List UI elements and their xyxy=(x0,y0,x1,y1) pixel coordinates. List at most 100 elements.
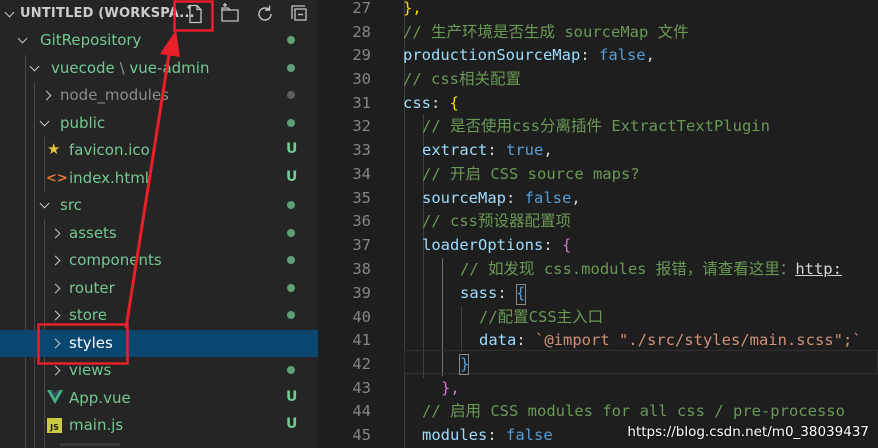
string-value: `@import "./src/styles/main.scss";` xyxy=(535,331,862,349)
tree-item-label: src xyxy=(60,196,82,214)
tree-item-label: views xyxy=(69,361,112,379)
comment: // 开启 CSS source maps? xyxy=(422,165,640,183)
untracked-badge: U xyxy=(286,389,298,405)
git-status-dot xyxy=(287,91,295,99)
tree-item-components[interactable]: components xyxy=(0,247,318,274)
line-number: 30 xyxy=(352,70,371,88)
tree-item-label: store xyxy=(69,306,107,324)
tree-item-main-js[interactable]: JS main.js U xyxy=(0,412,318,439)
property-key: sass xyxy=(460,284,498,302)
chevron-down-icon xyxy=(16,33,30,47)
line-number: 45 xyxy=(352,426,371,444)
tree-item-vue-admin[interactable]: vuecode \ vue-admin xyxy=(0,55,318,82)
tree-item-index-html[interactable]: <> index.html U xyxy=(0,165,318,192)
property-key: extract xyxy=(422,141,488,159)
code-line-28: // 生产环境是否生成 sourceMap 文件 xyxy=(403,20,689,44)
tree-item-label: index.html xyxy=(69,169,149,187)
chevron-down-icon xyxy=(28,61,42,75)
line-number: 28 xyxy=(352,23,371,41)
tree-item-views[interactable]: views xyxy=(0,357,318,384)
untracked-badge: U xyxy=(286,141,298,157)
chevron-down-icon xyxy=(38,198,52,212)
tree-item-assets[interactable]: assets xyxy=(0,220,318,247)
code-line-36: // css预设器配置项 xyxy=(422,209,571,233)
comment: // 生产环境是否生成 sourceMap 文件 xyxy=(403,23,689,41)
chevron-right-icon xyxy=(41,88,55,102)
tree-item-label: router xyxy=(69,279,115,297)
new-folder-icon[interactable] xyxy=(218,2,242,26)
tree-item-favicon[interactable]: ★ favicon.ico U xyxy=(0,137,318,164)
code-line-43: }, xyxy=(441,376,460,400)
code-line-40: //配置CSS主入口 xyxy=(479,305,603,329)
literal-value: false xyxy=(598,46,646,64)
code-line-31: css: { xyxy=(403,94,460,112)
folder-segment: vuecode xyxy=(51,59,115,77)
code-line-27: }, xyxy=(403,0,422,20)
literal-value: false xyxy=(506,426,553,444)
line-number: 27 xyxy=(352,0,371,17)
current-line-highlight xyxy=(404,350,878,374)
line-number: 38 xyxy=(352,260,371,278)
tree-item-label: vuecode \ vue-admin xyxy=(51,59,209,77)
tree-item-partial xyxy=(0,440,318,448)
chevron-down-icon[interactable] xyxy=(3,7,17,21)
javascript-icon: JS xyxy=(47,418,62,436)
tree-item-label: node_modules xyxy=(60,86,169,104)
chevron-right-icon xyxy=(50,363,64,377)
line-number: 39 xyxy=(352,284,371,302)
tree-item-gitrepository[interactable]: GitRepository xyxy=(0,27,318,54)
code-line-42: } xyxy=(460,352,469,376)
tree-item-styles[interactable]: styles xyxy=(0,330,318,357)
literal-value: false xyxy=(524,189,572,207)
tree-item-router[interactable]: router xyxy=(0,275,318,302)
git-status-dot xyxy=(287,201,295,209)
code-line-44: // 启用 CSS modules for all css / pre-proc… xyxy=(422,399,845,423)
tree-item-src[interactable]: src xyxy=(0,192,318,219)
html-icon: <> xyxy=(46,171,68,186)
tree-item-label: public xyxy=(60,114,106,132)
tree-item-label: GitRepository xyxy=(40,31,142,49)
property-key: loaderOptions xyxy=(422,236,544,254)
property-key: sourceMap xyxy=(422,189,506,207)
explorer-sidebar: UNTITLED (WORKSPA... GitRepository vueco… xyxy=(0,0,318,448)
code-line-45: modules: false xyxy=(422,426,553,444)
line-number: 40 xyxy=(352,308,371,326)
watermark: https://blog.csdn.net/m0_38039437 xyxy=(627,424,869,440)
code-line-34: // 开启 CSS source maps? xyxy=(422,162,640,186)
line-number: 43 xyxy=(352,379,371,397)
code-line-37: loaderOptions: { xyxy=(422,236,572,254)
comment-link[interactable]: http: xyxy=(795,260,842,278)
property-key: productionSourceMap xyxy=(403,46,581,64)
new-file-icon[interactable] xyxy=(183,2,207,26)
vue-icon xyxy=(47,390,63,408)
git-status-dot xyxy=(287,119,295,127)
line-number: 37 xyxy=(352,236,371,254)
property-key: css xyxy=(403,94,431,112)
code-line-30: // css相关配置 xyxy=(403,67,521,91)
line-number: 33 xyxy=(352,141,371,159)
tree-item-label: App.vue xyxy=(69,389,131,407)
comment: // 启用 CSS modules for all css / pre-proc… xyxy=(422,402,845,420)
line-number: 41 xyxy=(352,331,371,349)
collapse-all-icon[interactable] xyxy=(287,2,311,26)
untracked-badge: U xyxy=(286,416,298,432)
tree-item-app-vue[interactable]: App.vue U xyxy=(0,385,318,412)
code-line-35: sourceMap: false, xyxy=(422,189,581,207)
code-line-29: productionSourceMap: false, xyxy=(403,46,655,64)
tree-item-store[interactable]: store xyxy=(0,302,318,329)
tree-item-label: main.js xyxy=(69,416,124,434)
code-editor[interactable]: 27 28 29 30 31 32 33 34 35 36 37 38 39 40 41 42 43 44 45 }… xyxy=(318,0,878,448)
chevron-right-icon xyxy=(50,226,64,240)
tree-item-public[interactable]: public xyxy=(0,110,318,137)
refresh-icon[interactable] xyxy=(253,2,277,26)
line-number: 31 xyxy=(352,94,371,112)
comment: // css预设器配置项 xyxy=(422,212,571,230)
tree-item-node-modules[interactable]: node_modules xyxy=(0,82,318,109)
line-number: 32 xyxy=(352,117,371,135)
star-icon: ★ xyxy=(47,140,61,158)
tree-item-label: assets xyxy=(69,224,117,242)
line-number: 44 xyxy=(352,402,371,420)
comment: // css相关配置 xyxy=(403,70,521,88)
git-status-dot xyxy=(287,64,295,72)
workspace-header[interactable]: UNTITLED (WORKSPA... xyxy=(0,0,318,28)
